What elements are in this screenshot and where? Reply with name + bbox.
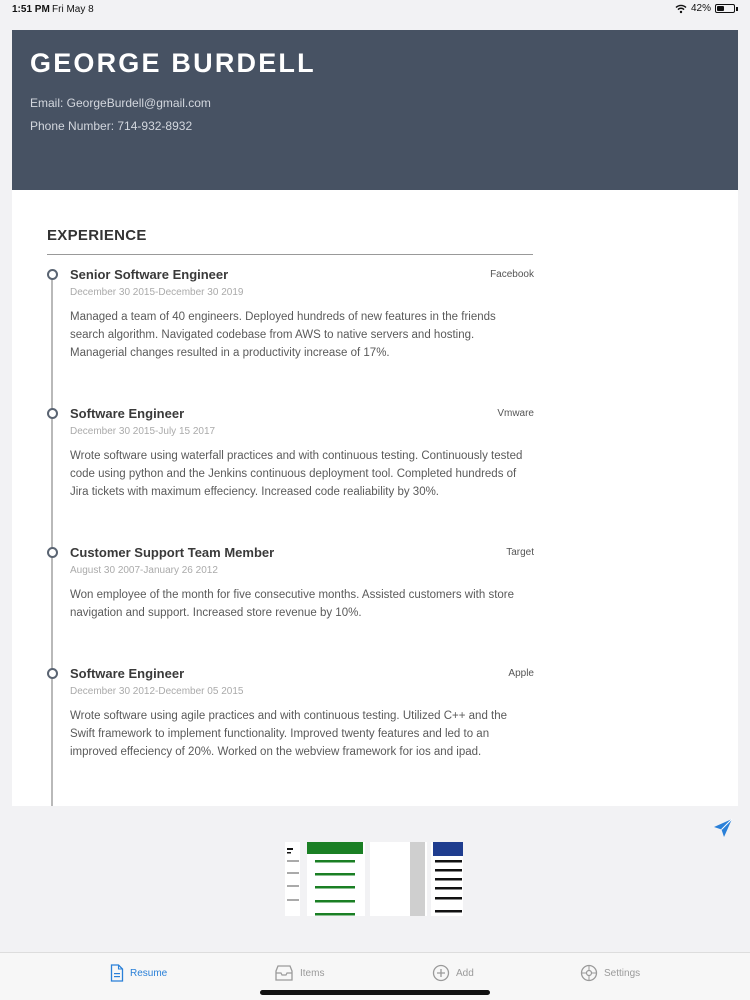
status-time: 1:51 PM <box>12 4 50 15</box>
template-thumbnail[interactable] <box>370 842 427 916</box>
template-picker <box>285 842 465 918</box>
tab-items[interactable]: Items <box>274 964 324 982</box>
plus-circle-icon <box>432 964 450 982</box>
job-description: Wrote software using agile practices and… <box>70 710 508 758</box>
job-title: Software Engineer <box>70 666 185 681</box>
tab-settings[interactable]: Settings <box>580 964 640 982</box>
send-icon <box>714 818 733 837</box>
template-thumbnail[interactable] <box>285 842 300 916</box>
document-icon <box>110 964 124 982</box>
job-company: Apple <box>508 668 534 679</box>
job-company: Facebook <box>490 269 534 280</box>
resume-name: GEORGE BURDELL <box>30 48 316 78</box>
battery-percent: 42% <box>690 3 711 14</box>
experience-heading: EXPERIENCE <box>47 227 147 244</box>
tab-label: Settings <box>604 967 641 979</box>
wifi-icon <box>675 4 687 13</box>
job-title: Senior Software Engineer <box>70 267 229 282</box>
job-company: Target <box>506 547 534 558</box>
job-dates: December 30 2015-December 30 2019 <box>70 287 244 298</box>
timeline-dot <box>47 269 58 280</box>
experience-divider <box>47 254 533 255</box>
resume-header: GEORGE BURDELL Email: GeorgeBurdell@gmai… <box>12 30 738 190</box>
tab-add[interactable]: Add <box>432 964 474 982</box>
job-description: Managed a team of 40 engineers. Deployed… <box>70 311 496 359</box>
home-indicator <box>260 990 490 995</box>
job-company: Vmware <box>497 408 534 419</box>
status-indicators: 42% <box>675 3 738 14</box>
job-description: Won employee of the month for five conse… <box>70 589 515 619</box>
battery-icon <box>715 4 735 13</box>
tab-label: Add <box>456 967 474 979</box>
gear-icon <box>580 964 598 982</box>
status-date: Fri May 8 <box>52 4 94 15</box>
tab-resume[interactable]: Resume <box>110 964 167 982</box>
job-dates: December 30 2015-July 15 2017 <box>70 426 216 437</box>
job-title: Customer Support Team Member <box>70 545 275 560</box>
job-description: Wrote software using waterfall practices… <box>70 450 523 498</box>
template-thumbnail[interactable] <box>307 842 365 916</box>
timeline-dot <box>47 408 58 419</box>
timeline-line <box>51 274 53 806</box>
timeline-dot <box>47 547 58 558</box>
resume-email: Email: GeorgeBurdell@gmail.com <box>30 96 211 110</box>
job-dates: December 30 2012-December 05 2015 <box>70 686 244 697</box>
timeline-dot <box>47 668 58 679</box>
send-button[interactable] <box>712 817 734 839</box>
status-bar: 1:51 PM Fri May 8 42% <box>0 0 750 20</box>
tab-label: Resume <box>130 967 168 979</box>
tab-label: Items <box>300 967 325 979</box>
resume-phone: Phone Number: 714-932-8932 <box>30 119 193 133</box>
job-dates: August 30 2007-January 26 2012 <box>70 565 218 576</box>
tray-icon <box>275 965 293 981</box>
template-thumbnail[interactable] <box>431 842 463 916</box>
job-title: Software Engineer <box>70 406 185 421</box>
resume-preview: GEORGE BURDELL Email: GeorgeBurdell@gmai… <box>12 30 738 806</box>
